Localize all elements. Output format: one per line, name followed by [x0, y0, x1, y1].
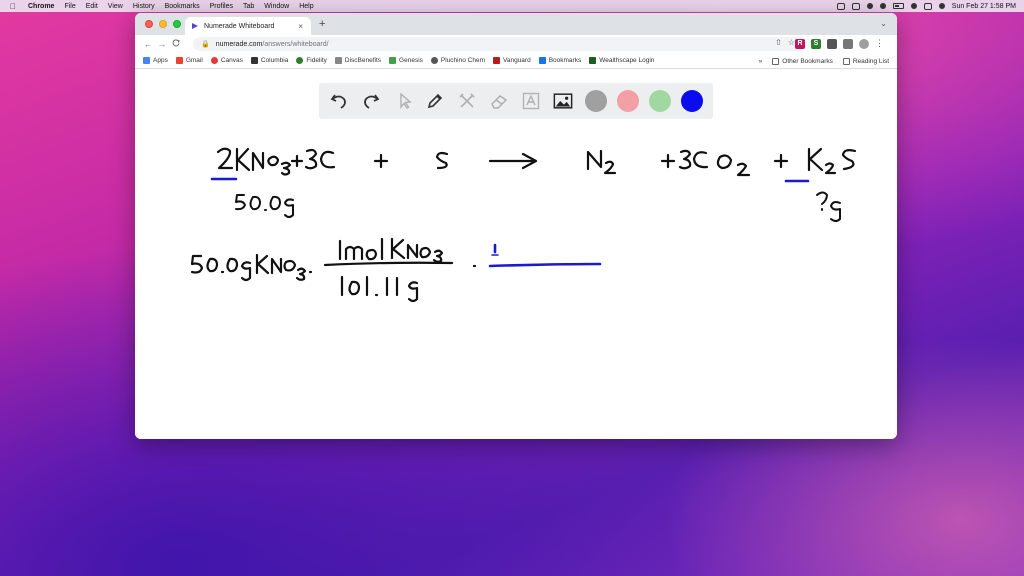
- apps-grid-icon: [143, 57, 150, 64]
- browser-window: Numerade Whiteboard × + ⌄ ← → 🔒 numerade…: [135, 13, 897, 439]
- unknown-mass-label: [816, 191, 841, 222]
- vanguard-icon: [492, 57, 500, 64]
- bookmark-canvas[interactable]: Canvas: [210, 57, 243, 64]
- whiteboard-canvas[interactable]: [135, 69, 897, 439]
- back-button[interactable]: ←: [141, 39, 155, 49]
- menubar-status-area: Sun Feb 27 1:58 PM: [836, 0, 1016, 12]
- menu-window[interactable]: Window: [264, 3, 289, 10]
- given-mass-label: [235, 194, 294, 218]
- battery-icon[interactable]: [892, 3, 904, 9]
- menubar-clock[interactable]: Sun Feb 27 1:58 PM: [952, 3, 1016, 10]
- menu-help[interactable]: Help: [299, 3, 313, 10]
- bookmark-fidelity[interactable]: Fidelity: [296, 57, 327, 64]
- tab-close-icon[interactable]: ×: [298, 22, 303, 31]
- new-tab-button[interactable]: +: [319, 18, 325, 30]
- extension-window-icon[interactable]: [843, 38, 853, 49]
- reading-list[interactable]: Reading List: [842, 57, 889, 65]
- address-bar[interactable]: 🔒 numerade.com/answers/whiteboard/ ⇧ ☆: [193, 37, 803, 51]
- apple-icon[interactable]: : [10, 2, 20, 11]
- extension-r-icon[interactable]: R: [795, 38, 805, 49]
- address-url[interactable]: numerade.com/answers/whiteboard/: [216, 41, 329, 48]
- tab-numerade-whiteboard[interactable]: Numerade Whiteboard ×: [185, 17, 311, 35]
- menu-bookmarks[interactable]: Bookmarks: [165, 3, 200, 10]
- reload-button[interactable]: [169, 39, 183, 49]
- minimize-window-button[interactable]: [159, 20, 167, 28]
- menu-app-name[interactable]: Chrome: [28, 3, 54, 10]
- address-bar-actions: ⇧ ☆: [775, 38, 795, 47]
- menu-file[interactable]: File: [64, 3, 75, 10]
- lock-icon[interactable]: 🔒: [201, 40, 210, 48]
- reading-list-icon: [842, 57, 850, 65]
- dropbox-icon[interactable]: [836, 2, 845, 10]
- grammarly-icon[interactable]: [851, 2, 860, 10]
- handwriting-layer: [190, 147, 857, 303]
- gmail-icon: [175, 57, 183, 64]
- canvas-icon: [210, 57, 218, 64]
- bookmark-columbia[interactable]: Columbia: [250, 57, 288, 64]
- control-center-icon[interactable]: [923, 2, 932, 10]
- other-bookmarks[interactable]: Other Bookmarks: [772, 57, 833, 65]
- close-window-button[interactable]: [145, 20, 153, 28]
- volume-icon[interactable]: [879, 3, 886, 9]
- globe-icon: [430, 57, 438, 64]
- folder-icon: [772, 57, 780, 65]
- share-icon[interactable]: ⇧: [775, 38, 782, 47]
- chrome-menu-icon[interactable]: ⋮: [875, 38, 884, 49]
- menu-edit[interactable]: Edit: [86, 3, 98, 10]
- genesis-icon: [389, 57, 397, 64]
- time-machine-icon[interactable]: [866, 3, 873, 9]
- dimensional-analysis: [190, 237, 477, 303]
- bookmark-bookmarks[interactable]: Bookmarks: [538, 57, 581, 64]
- extensions-puzzle-icon[interactable]: [827, 38, 837, 49]
- reload-icon: [172, 39, 180, 47]
- window-controls: [145, 20, 181, 28]
- bookmarks-bar: Apps Gmail Canvas Columbia Fidelity Disc…: [135, 53, 897, 69]
- siri-icon[interactable]: [938, 3, 945, 9]
- tab-strip: Numerade Whiteboard × + ⌄: [135, 13, 897, 35]
- fidelity-icon: [296, 57, 304, 64]
- profile-avatar[interactable]: [859, 38, 869, 49]
- extensions-area: R S ⋮: [795, 38, 884, 49]
- wealthscape-icon: [589, 57, 597, 64]
- bookmark-gmail[interactable]: Gmail: [175, 57, 203, 64]
- menu-history[interactable]: History: [133, 3, 155, 10]
- bookmark-wealthscape-login[interactable]: Wealthscape Login: [589, 57, 654, 64]
- bookmark-discbenefits[interactable]: DiscBenefits: [334, 57, 381, 64]
- menu-view[interactable]: View: [108, 3, 123, 10]
- bookmarks-bar-right: » Other Bookmarks Reading List: [759, 53, 889, 69]
- bookmark-genesis[interactable]: Genesis: [389, 57, 423, 64]
- wifi-icon[interactable]: [910, 3, 917, 9]
- tab-search-icon[interactable]: ⌄: [880, 19, 887, 28]
- bookmark-star-icon[interactable]: ☆: [788, 38, 795, 47]
- extension-s-icon[interactable]: S: [811, 38, 821, 49]
- balanced-equation: [216, 147, 857, 177]
- macos-menu-bar:  Chrome File Edit View History Bookmark…: [0, 0, 1024, 12]
- bookmark-vanguard[interactable]: Vanguard: [492, 57, 531, 64]
- zoom-window-button[interactable]: [173, 20, 181, 28]
- columbia-icon: [250, 57, 258, 64]
- browser-toolbar: ← → 🔒 numerade.com/answers/whiteboard/ ⇧…: [135, 35, 897, 53]
- menu-profiles[interactable]: Profiles: [210, 3, 233, 10]
- numerade-logo-icon: [192, 23, 198, 29]
- forward-button[interactable]: →: [155, 39, 169, 49]
- menu-tab[interactable]: Tab: [243, 3, 254, 10]
- next-factor-blank: [488, 243, 602, 268]
- star-icon: [538, 57, 546, 64]
- bookmarks-overflow-icon[interactable]: »: [759, 58, 763, 65]
- globe-icon: [334, 57, 342, 64]
- bookmark-apps[interactable]: Apps: [143, 57, 168, 64]
- tab-title: Numerade Whiteboard: [204, 22, 275, 30]
- bookmark-pluchino-chem[interactable]: Pluchino Chem: [430, 57, 485, 64]
